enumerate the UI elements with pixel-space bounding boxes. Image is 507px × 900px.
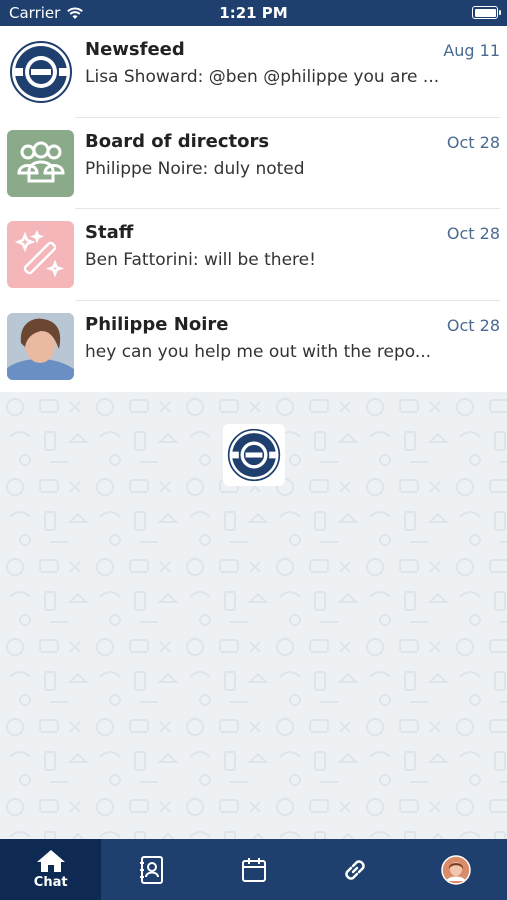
chat-title: Staff (85, 222, 134, 243)
tab-links[interactable] (304, 839, 405, 900)
magic-wand-icon (7, 221, 74, 288)
battery-icon (472, 6, 501, 19)
calendar-icon (241, 857, 266, 882)
chat-preview: Lisa Showard: @ben @philippe you are ... (85, 67, 440, 87)
chat-title: Philippe Noire (85, 313, 229, 335)
chat-row-newsfeed[interactable]: Newsfeed Aug 11 Lisa Showard: @ben @phil… (0, 26, 507, 118)
chat-preview: hey can you help me out with the repo... (85, 341, 432, 362)
tab-profile[interactable] (406, 839, 507, 900)
chat-list: Newsfeed Aug 11 Lisa Showard: @ben @phil… (0, 26, 507, 392)
link-icon (345, 859, 365, 880)
union-logo-icon (7, 38, 74, 105)
tab-contacts[interactable] (101, 839, 202, 900)
chat-date: Oct 28 (446, 132, 500, 152)
contacts-icon (140, 855, 164, 884)
chat-preview: Philippe Noire: duly noted (85, 158, 305, 179)
tab-calendar[interactable] (203, 839, 304, 900)
group-icon (7, 129, 74, 197)
home-icon (36, 850, 65, 872)
chat-wallpaper (0, 392, 507, 839)
profile-avatar (441, 854, 472, 885)
union-logo-icon (223, 424, 285, 486)
tab-bar: Chat (0, 839, 507, 900)
chat-preview: Ben Fattorini: will be there! (85, 250, 316, 270)
tab-label: Chat (33, 875, 68, 890)
chat-title: Newsfeed (85, 39, 185, 60)
chat-title: Board of directors (85, 130, 270, 152)
chat-date: Oct 28 (446, 315, 500, 335)
chat-row-philippe-noire[interactable]: Philippe Noire Oct 28 hey can you help m… (0, 301, 507, 393)
chat-date: Oct 28 (446, 224, 500, 243)
chat-row-staff[interactable]: Staff Oct 28 Ben Fattorini: will be ther… (0, 209, 507, 301)
tab-chat[interactable]: Chat (0, 839, 102, 900)
person-photo (7, 312, 74, 380)
chat-date: Aug 11 (443, 41, 500, 60)
clock: 1:21 PM (219, 4, 288, 22)
chat-row-board-of-directors[interactable]: Board of directors Oct 28 Philippe Noire… (0, 118, 507, 209)
status-bar: Carrier 1:21 PM (0, 0, 507, 26)
